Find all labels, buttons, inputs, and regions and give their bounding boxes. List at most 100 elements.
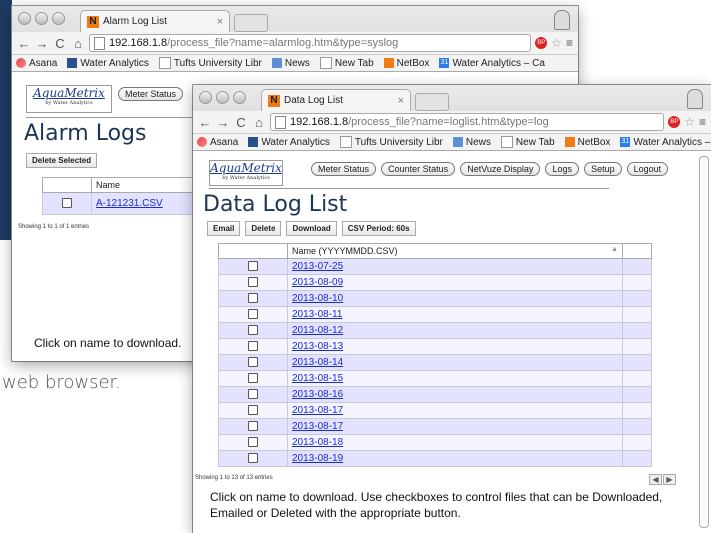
nav-setup-button[interactable]: Setup: [584, 162, 622, 176]
reload-icon[interactable]: C: [53, 36, 67, 51]
new-tab-button[interactable]: [234, 14, 268, 32]
row-checkbox[interactable]: [248, 405, 258, 416]
bookmark-tufts[interactable]: Tufts University Libr: [158, 57, 262, 69]
bookmark-new-tab[interactable]: New Tab: [319, 57, 374, 69]
delete-selected-button[interactable]: Delete Selected: [26, 153, 98, 168]
bookmark-water-analytics[interactable]: Water Analytics: [248, 137, 330, 148]
bookmark-news[interactable]: News: [271, 58, 310, 69]
delete-button[interactable]: Delete: [245, 221, 282, 236]
bookmark-water-analytics[interactable]: Water Analytics: [67, 58, 149, 69]
download-button[interactable]: Download: [286, 221, 337, 236]
profile-icon[interactable]: [687, 89, 703, 109]
profile-icon[interactable]: [554, 10, 570, 30]
email-button[interactable]: Email: [207, 221, 241, 236]
menu-icon[interactable]: ≡: [566, 36, 573, 50]
next-page-icon[interactable]: ▶: [663, 474, 676, 485]
forward-icon[interactable]: →: [216, 115, 230, 130]
bookmark-new-tab[interactable]: New Tab: [500, 136, 555, 148]
file-link[interactable]: 2013-08-16: [292, 389, 343, 400]
bookmark-news[interactable]: News: [452, 137, 491, 148]
reload-icon[interactable]: C: [234, 115, 248, 130]
file-link[interactable]: 2013-08-10: [292, 293, 343, 304]
close-window-button[interactable]: [199, 91, 212, 104]
file-link[interactable]: A-121231.CSV: [96, 198, 163, 209]
close-tab-icon[interactable]: ×: [217, 16, 223, 28]
row-checkbox[interactable]: [248, 341, 258, 352]
vertical-scrollbar[interactable]: [699, 156, 709, 528]
home-icon[interactable]: ⌂: [71, 36, 85, 51]
bookmark-star-icon[interactable]: ☆: [684, 115, 695, 129]
file-link[interactable]: 2013-07-25: [292, 261, 343, 272]
row-checkbox[interactable]: [248, 437, 258, 448]
menu-icon[interactable]: ≡: [699, 115, 706, 129]
extra-cell: [622, 258, 652, 275]
row-checkbox[interactable]: [248, 261, 258, 272]
row-checkbox[interactable]: [248, 277, 258, 288]
row-checkbox[interactable]: [248, 357, 258, 368]
row-select-cell: [218, 274, 288, 291]
file-link[interactable]: 2013-08-14: [292, 357, 343, 368]
bookmark-asana[interactable]: Asana: [16, 58, 57, 69]
file-link[interactable]: 2013-08-17: [292, 421, 343, 432]
back-icon[interactable]: ←: [198, 115, 212, 130]
bookmark-netbox[interactable]: NetBox: [383, 58, 429, 69]
table-row: 2013-08-18: [218, 434, 652, 451]
row-checkbox[interactable]: [248, 389, 258, 400]
tab-data-log-list[interactable]: N Data Log List ×: [261, 89, 411, 111]
close-window-button[interactable]: [18, 12, 31, 25]
file-link[interactable]: 2013-08-18: [292, 437, 343, 448]
row-select-cell: [42, 192, 92, 215]
bookmark-water-analytics-cal[interactable]: 31Water Analytics – Ca: [620, 137, 711, 148]
row-checkbox[interactable]: [62, 198, 72, 209]
row-checkbox[interactable]: [248, 309, 258, 320]
row-checkbox[interactable]: [248, 325, 258, 336]
bookmark-star-icon[interactable]: ☆: [551, 36, 562, 50]
file-link[interactable]: 2013-08-12: [292, 325, 343, 336]
nav-meter-status-button[interactable]: Meter Status: [311, 162, 377, 176]
back-icon[interactable]: ←: [17, 36, 31, 51]
zoom-window-button[interactable]: [52, 12, 65, 25]
file-link[interactable]: 2013-08-17: [292, 405, 343, 416]
minimize-window-button[interactable]: [216, 91, 229, 104]
csv-period-button[interactable]: CSV Period: 60s: [341, 221, 416, 236]
extension-icon[interactable]: BP: [535, 37, 548, 49]
forward-icon[interactable]: →: [35, 36, 49, 51]
home-icon[interactable]: ⌂: [252, 115, 266, 130]
file-link[interactable]: 2013-08-13: [292, 341, 343, 352]
page-icon: [94, 36, 105, 50]
minimize-window-button[interactable]: [35, 12, 48, 25]
file-link[interactable]: 2013-08-09: [292, 277, 343, 288]
bookmark-water-analytics-cal[interactable]: 31Water Analytics – Ca: [439, 58, 545, 69]
row-checkbox[interactable]: [248, 373, 258, 384]
extension-icon[interactable]: BP: [668, 116, 681, 128]
file-link[interactable]: 2013-08-15: [292, 373, 343, 384]
row-select-cell: [218, 418, 288, 435]
close-tab-icon[interactable]: ×: [398, 95, 404, 107]
name-cell: 2013-08-19: [287, 450, 623, 467]
name-column-header[interactable]: Name: [91, 177, 202, 193]
file-link[interactable]: 2013-08-19: [292, 453, 343, 464]
nav-counter-status-button[interactable]: Counter Status: [381, 162, 456, 176]
address-bar[interactable]: 192.168.1.8/process_file?name=alarmlog.h…: [89, 34, 532, 52]
nav-meter-status-button[interactable]: Meter Status: [118, 87, 184, 101]
page-icon: [158, 57, 171, 69]
zoom-window-button[interactable]: [233, 91, 246, 104]
row-checkbox[interactable]: [248, 293, 258, 304]
nav-logout-button[interactable]: Logout: [626, 162, 669, 176]
extra-cell: [622, 306, 652, 323]
nav-netvuze-display-button[interactable]: NetVuze Display: [460, 162, 541, 176]
new-tab-button[interactable]: [415, 93, 449, 111]
bookmark-tufts[interactable]: Tufts University Libr: [339, 136, 443, 148]
nav-logs-button[interactable]: Logs: [545, 162, 579, 176]
bookmark-netbox[interactable]: NetBox: [564, 137, 610, 148]
previous-page-icon[interactable]: ◀: [649, 474, 662, 485]
name-column-header[interactable]: Name (YYYYMMDD.CSV) ▲: [287, 243, 623, 259]
address-bar[interactable]: 192.168.1.8/process_file?name=loglist.ht…: [270, 113, 665, 131]
bookmark-asana[interactable]: Asana: [197, 137, 238, 148]
browser-window-data-log: N Data Log List × ← → C ⌂ 192.168.1.8/pr…: [193, 85, 711, 533]
sort-ascending-icon[interactable]: ▲: [611, 246, 618, 253]
row-checkbox[interactable]: [248, 421, 258, 432]
file-link[interactable]: 2013-08-11: [292, 309, 342, 320]
tab-alarm-log-list[interactable]: N Alarm Log List ×: [80, 10, 230, 32]
row-checkbox[interactable]: [248, 453, 258, 464]
